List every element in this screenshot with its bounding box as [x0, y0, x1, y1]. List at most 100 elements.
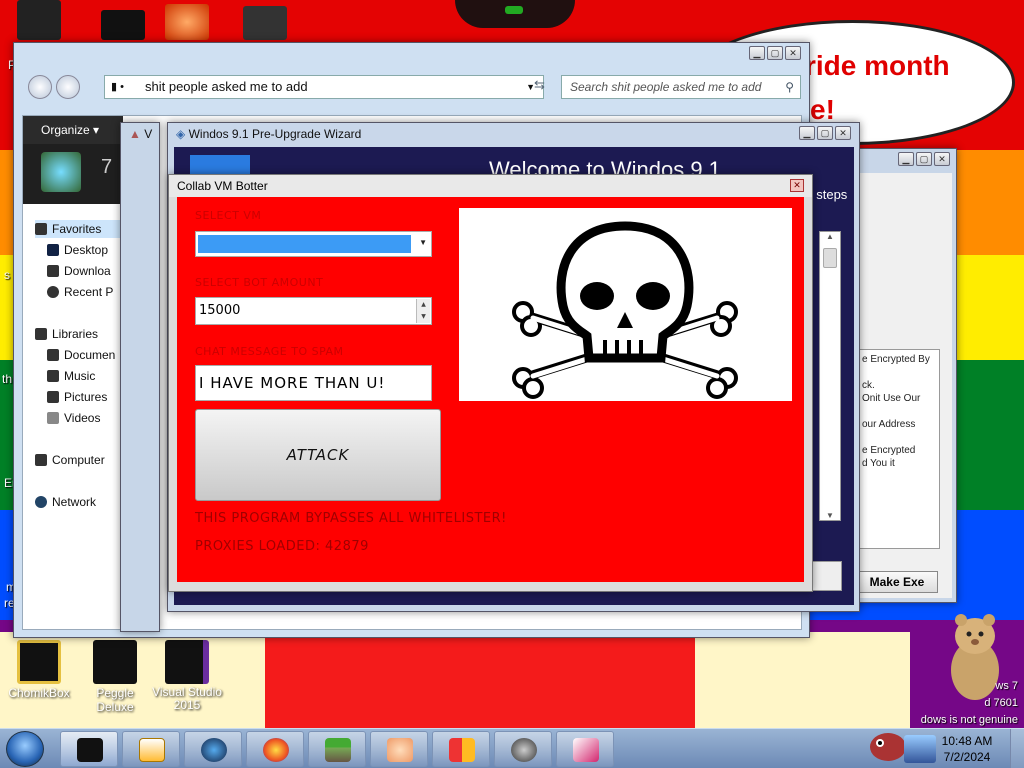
taskbar-app-doctor[interactable]: [370, 731, 428, 767]
nav-music[interactable]: Music: [47, 367, 123, 385]
vm-window: ▲ V: [120, 122, 160, 632]
folder-icon: ▮ •: [111, 81, 124, 93]
search-input[interactable]: Search shit people asked me to add ⚲: [561, 75, 801, 99]
forward-button[interactable]: [56, 75, 80, 99]
nav-recent[interactable]: Recent P: [47, 283, 123, 301]
minimize-button[interactable]: ▁: [749, 46, 765, 60]
nav-label: Pictures: [64, 390, 108, 404]
minimize-button[interactable]: ▁: [898, 152, 914, 166]
clock-date: 7/2/2024: [943, 750, 991, 764]
attack-button[interactable]: ATTACK: [195, 409, 441, 501]
chat-message-input[interactable]: I HAVE MORE THAN U!: [195, 365, 432, 401]
scroll-down-icon[interactable]: ▼: [820, 511, 840, 520]
search-placeholder: Search shit people asked me to add: [570, 80, 762, 94]
top-device-graphic: [455, 0, 575, 28]
globe-icon: [201, 738, 227, 762]
taskbar-app-globe[interactable]: [184, 731, 242, 767]
desktop-icon-top-2[interactable]: [88, 10, 158, 42]
nav-desktop[interactable]: Desktop: [47, 241, 123, 259]
refresh-icon[interactable]: ⇆: [534, 77, 545, 93]
scroll-up-icon[interactable]: ▲: [820, 232, 840, 241]
nav-label: Downloa: [64, 264, 111, 278]
nav-documents[interactable]: Documen: [47, 346, 123, 364]
maximize-button[interactable]: ▢: [916, 152, 932, 166]
nav-downloads[interactable]: Downloa: [47, 262, 123, 280]
close-button[interactable]: ✕: [835, 126, 851, 140]
vm-title-text: V: [144, 127, 153, 141]
organize-button[interactable]: Organize ▾: [23, 116, 123, 144]
doctor-icon: [387, 738, 413, 762]
stepper-down-icon[interactable]: ▼: [417, 311, 430, 323]
nav-label: Libraries: [52, 327, 99, 341]
network-icon: [35, 496, 47, 508]
cartoon-shape-right: [690, 632, 910, 728]
wizard-window-controls: ▁ ▢ ✕: [799, 126, 851, 140]
computer-icon: [35, 454, 47, 466]
desktop-icon-chomikbox[interactable]: ChomikBox: [4, 640, 74, 700]
nav-network[interactable]: Network: [35, 493, 123, 511]
make-exe-window: ▁ ▢ ✕ e Encrypted By ck. Onit Use Our ou…: [845, 148, 957, 603]
nav-pictures[interactable]: Pictures: [47, 388, 123, 406]
firefox-icon: [263, 738, 289, 762]
desktop-label-cut-2: s: [4, 268, 10, 282]
desktop-icon-top-1[interactable]: [4, 0, 74, 42]
wizard-steps-text: t steps: [809, 187, 848, 202]
wizard-title-bar: ◈ Windos 9.1 Pre-Upgrade Wizard: [168, 123, 859, 145]
select-bot-amount-label: SELECT BOT AMOUNT: [195, 276, 324, 289]
taskbar-app-black-app[interactable]: [60, 731, 118, 767]
taskbar-app-skull[interactable]: [494, 731, 552, 767]
nav-label: Favorites: [52, 222, 102, 236]
system-clock[interactable]: 10:48 AM 7/2/2024: [932, 733, 1002, 765]
library-count: 7: [101, 156, 113, 178]
minimize-button[interactable]: ▁: [799, 126, 815, 140]
chevron-down-icon[interactable]: ▼: [419, 238, 427, 247]
taskbar-app-media-player[interactable]: [122, 731, 180, 767]
search-icon: ⚲: [785, 80, 794, 94]
address-bar[interactable]: ▮ • shit people asked me to add ▼: [104, 75, 544, 99]
wizard-app-icon: ◈: [176, 127, 186, 141]
desktop-icon: [47, 244, 59, 256]
nav-favorites[interactable]: Favorites: [35, 220, 123, 238]
maximize-button[interactable]: ▢: [817, 126, 833, 140]
nav-libraries[interactable]: Libraries: [35, 325, 123, 343]
maximize-button[interactable]: ▢: [767, 46, 783, 60]
make-exe-button[interactable]: Make Exe: [856, 571, 938, 593]
taskbar-app-minecraft[interactable]: [308, 731, 366, 767]
activation-line-3: dows is not genuine: [920, 714, 1018, 726]
encryption-info-text: e Encrypted By ck. Onit Use Our our Addr…: [858, 349, 940, 549]
desktop-icon-top-4[interactable]: [230, 6, 300, 42]
nav-videos[interactable]: Videos: [47, 409, 123, 427]
desktop-icon-label: Peggle Deluxe: [96, 686, 134, 714]
library-icon: [41, 152, 81, 192]
nav-label: Videos: [64, 411, 101, 425]
close-button[interactable]: ✕: [934, 152, 950, 166]
media-player-icon: [139, 738, 165, 762]
desktop-icon-visual-studio[interactable]: Visual Studio 2015: [152, 640, 222, 712]
taskbar-app-office[interactable]: [432, 731, 490, 767]
bot-amount-stepper[interactable]: 15000 ▲ ▼: [195, 297, 432, 325]
back-button[interactable]: [28, 75, 52, 99]
start-button[interactable]: [6, 731, 44, 767]
nav-computer[interactable]: Computer: [35, 451, 123, 469]
skull-crossbones-icon: [512, 221, 738, 399]
close-button[interactable]: ✕: [790, 179, 804, 192]
vm-app-icon: ▲: [129, 127, 141, 141]
stepper-arrows[interactable]: ▲ ▼: [416, 299, 430, 323]
desktop-icon-top-3[interactable]: [152, 4, 222, 42]
scroll-thumb[interactable]: [823, 248, 837, 268]
bypass-notice: THIS PROGRAM BYPASSES ALL WHITELISTER!: [195, 511, 507, 526]
desktop-icon-peggle[interactable]: Peggle Deluxe: [80, 640, 150, 714]
taskbar-app-photo[interactable]: [556, 731, 614, 767]
stepper-up-icon[interactable]: ▲: [417, 299, 430, 311]
show-desktop-button[interactable]: [1010, 729, 1024, 768]
vm-select-highlight: [198, 235, 411, 253]
clock-time: 10:48 AM: [941, 734, 993, 748]
photo-app-icon: [573, 738, 599, 762]
chat-message-label: CHAT MESSAGE TO SPAM: [195, 345, 344, 358]
vm-select-dropdown[interactable]: ▼: [195, 231, 432, 257]
wizard-scrollbar[interactable]: ▲ ▼: [819, 231, 841, 521]
skull-image: [459, 208, 792, 401]
taskbar-app-firefox[interactable]: [246, 731, 304, 767]
close-button[interactable]: ✕: [785, 46, 801, 60]
music-icon: [47, 370, 59, 382]
